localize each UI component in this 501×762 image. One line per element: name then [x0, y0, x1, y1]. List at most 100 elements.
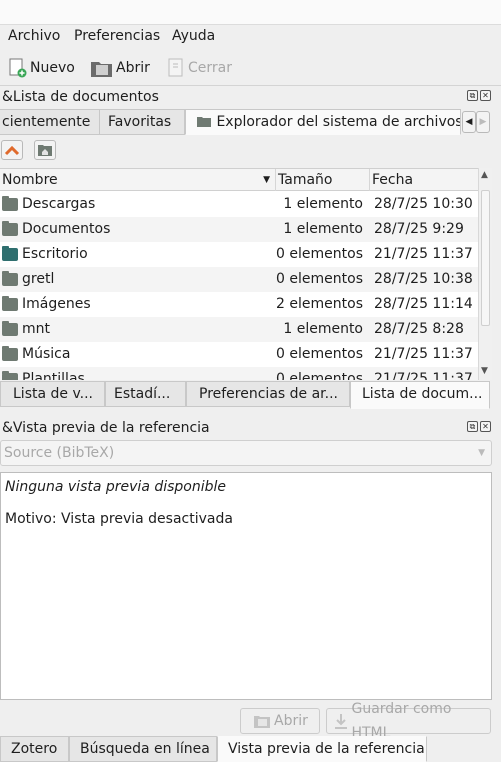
tab-busqueda-en-linea[interactable]: Búsqueda en línea	[69, 736, 217, 762]
tab-scroll-left-button[interactable]: ◀	[462, 111, 476, 133]
table-row[interactable]: gretl 0 elementos 28/7/25 10:38	[0, 267, 478, 292]
document-list-title: &Lista de documentos	[2, 89, 159, 105]
tab-lista-de-v[interactable]: Lista de v...	[0, 381, 105, 407]
row-size: 1 elemento	[283, 321, 363, 337]
row-size: 1 elemento	[283, 196, 363, 212]
open-folder-icon	[91, 62, 112, 77]
folder-icon	[2, 346, 18, 361]
row-name: Descargas	[22, 196, 96, 212]
open-preview-button[interactable]: Abrir	[240, 708, 320, 734]
abrir-button[interactable]: Abrir	[90, 56, 150, 80]
cerrar-button[interactable]: Cerrar	[166, 56, 232, 80]
new-document-icon	[9, 58, 27, 78]
table-row[interactable]: Música 0 elementos 21/7/25 11:37	[0, 342, 478, 367]
chevron-down-icon: ▼	[478, 448, 485, 458]
folder-icon	[2, 196, 18, 211]
table-row[interactable]: Descargas 1 elemento 28/7/25 10:30	[0, 192, 478, 217]
folder-icon	[2, 296, 18, 311]
tab-favoritas[interactable]: Favoritas	[99, 109, 185, 135]
folder-icon	[2, 321, 18, 336]
folder-icon	[2, 246, 18, 261]
row-name: Documentos	[22, 221, 111, 237]
table-row[interactable]: Documentos 1 elemento 28/7/25 9:29	[0, 217, 478, 242]
document-list-dock-title: &Lista de documentos ⧉ ✕	[0, 86, 501, 108]
menu-preferencias[interactable]: Preferencias	[74, 28, 160, 44]
folder-icon	[2, 221, 18, 236]
table-header: Nombre ▼ Tamaño Fecha	[0, 169, 478, 191]
folder-icon	[2, 371, 18, 380]
scrollbar-thumb[interactable]	[481, 190, 490, 326]
table-row[interactable]: Imágenes 2 elementos 28/7/25 11:14	[0, 292, 478, 317]
sort-down-icon: ▼	[263, 175, 270, 185]
close-document-icon	[168, 58, 183, 77]
row-size: 0 elementos	[276, 346, 363, 362]
row-size: 2 elementos	[276, 296, 363, 312]
tab-vista-previa[interactable]: Vista previa de la referencia	[217, 736, 427, 762]
preview-title: &Vista previa de la referencia	[2, 420, 210, 436]
row-size: 0 elementos	[276, 246, 363, 262]
table-vertical-scrollbar[interactable]: ▲ ▼	[478, 168, 492, 380]
float-dock-icon[interactable]: ⧉	[467, 421, 478, 432]
menu-ayuda[interactable]: Ayuda	[172, 28, 215, 44]
chevron-up-icon	[4, 145, 20, 156]
close-dock-icon[interactable]: ✕	[480, 90, 491, 101]
download-icon	[335, 714, 347, 729]
tab-recientemente[interactable]: cientemente	[0, 109, 100, 135]
close-dock-icon[interactable]: ✕	[480, 421, 491, 432]
no-preview-text: Ninguna vista previa disponible	[5, 479, 227, 495]
row-name: Escritorio	[22, 246, 88, 262]
scroll-down-arrow-icon[interactable]: ▼	[481, 366, 488, 376]
reference-preview-area: Ninguna vista previa disponible Motivo: …	[0, 472, 492, 700]
window-top-strip	[0, 0, 501, 25]
preview-reason-text: Motivo: Vista previa desactivada	[5, 511, 233, 527]
row-name: Plantillas	[22, 371, 85, 380]
row-date: 28/7/25 10:30	[374, 196, 473, 212]
column-tamano[interactable]: Tamaño	[276, 169, 370, 191]
folder-icon	[2, 271, 18, 286]
preview-dock-title: &Vista previa de la referencia ⧉ ✕	[0, 417, 501, 439]
row-name: gretl	[22, 271, 55, 287]
home-directory-button[interactable]	[34, 140, 56, 160]
tab-lista-de-documentos[interactable]: Lista de docum...	[350, 381, 490, 409]
float-dock-icon[interactable]: ⧉	[467, 90, 478, 101]
column-nombre[interactable]: Nombre ▼	[0, 169, 276, 191]
row-name: Imágenes	[22, 296, 91, 312]
tab-scroll-right-button[interactable]: ▶	[476, 111, 490, 133]
row-date: 28/7/25 10:38	[374, 271, 473, 287]
middle-tabs: Lista de v... Estadí... Preferencias de …	[0, 381, 501, 411]
main-toolbar: Nuevo Abrir Cerrar	[0, 50, 501, 86]
row-date: 21/7/25 11:37	[374, 346, 473, 362]
column-fecha[interactable]: Fecha	[370, 169, 478, 191]
document-list-tabs: cientemente Favoritas Explorador del sis…	[0, 109, 501, 137]
row-date: 28/7/25 11:14	[374, 296, 473, 312]
tab-preferencias-archivo[interactable]: Preferencias de ar...	[186, 381, 350, 407]
nuevo-label: Nuevo	[30, 60, 75, 76]
row-size: 1 elemento	[283, 221, 363, 237]
tab-zotero[interactable]: Zotero	[0, 736, 69, 762]
table-row[interactable]: Escritorio 0 elementos 21/7/25 11:37	[0, 242, 478, 267]
tab-estadisticas[interactable]: Estadí...	[105, 381, 186, 407]
menubar: Archivo Preferencias Ayuda	[0, 25, 501, 50]
row-date: 21/7/25 11:37	[374, 246, 473, 262]
row-date: 28/7/25 8:28	[374, 321, 464, 337]
open-folder-icon	[254, 716, 270, 728]
home-folder-icon	[38, 145, 52, 156]
source-select[interactable]: Source (BibTeX) ▼	[0, 440, 492, 466]
row-size: 0 elementos	[276, 271, 363, 287]
save-html-button[interactable]: Guardar como HTML	[326, 701, 491, 741]
table-row[interactable]: mnt 1 elemento 28/7/25 8:28	[0, 317, 478, 342]
row-date: 28/7/25 9:29	[374, 221, 464, 237]
row-name: mnt	[22, 321, 50, 337]
tab-explorador[interactable]: Explorador del sistema de archivos	[185, 109, 461, 135]
row-size: 0 elementos	[276, 371, 363, 380]
cerrar-label: Cerrar	[188, 60, 232, 76]
folder-icon	[197, 117, 211, 127]
menu-archivo[interactable]: Archivo	[8, 28, 60, 44]
nuevo-button[interactable]: Nuevo	[8, 56, 75, 80]
scroll-up-arrow-icon[interactable]: ▲	[481, 170, 488, 180]
row-name: Música	[22, 346, 71, 362]
abrir-label: Abrir	[116, 60, 150, 76]
bottom-tabs: Zotero Búsqueda en línea Vista previa de…	[0, 736, 501, 762]
table-row[interactable]: Plantillas 0 elementos 21/7/25 11:37	[0, 367, 478, 380]
up-directory-button[interactable]	[1, 140, 23, 160]
